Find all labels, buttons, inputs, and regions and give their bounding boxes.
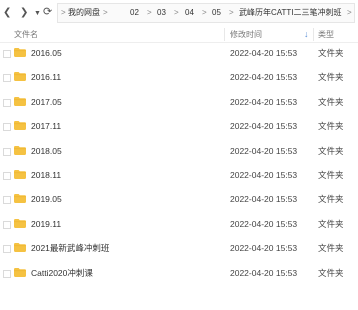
file-row[interactable]: 2018.11 2022-04-20 15:53 文件夹 — [0, 165, 358, 187]
file-name[interactable]: 2017.11 — [31, 121, 61, 132]
file-type: 文件夹 — [318, 72, 344, 83]
folder-icon — [14, 267, 26, 277]
forward-arrow-icon[interactable]: ❯ — [20, 6, 28, 20]
file-modified-time: 2022-04-20 15:53 — [230, 145, 298, 156]
file-row[interactable]: 2021最新武峰冲刺班 2022-04-20 15:53 文件夹 — [0, 238, 358, 260]
file-row[interactable]: 2016.11 2022-04-20 15:53 文件夹 — [0, 67, 358, 89]
breadcrumb-separator: > — [61, 8, 66, 17]
file-modified-time: 2022-04-20 15:53 — [230, 194, 298, 205]
file-row[interactable]: Catti2020冲刺课 2022-04-20 15:53 文件夹 — [0, 263, 358, 285]
file-type: 文件夹 — [318, 218, 344, 229]
breadcrumb-item[interactable]: 04 — [185, 7, 194, 19]
breadcrumb-separator: > — [202, 8, 207, 17]
file-type: 文件夹 — [318, 145, 344, 156]
refresh-icon[interactable]: ⟳ — [43, 5, 52, 19]
file-name[interactable]: 2017.05 — [31, 97, 62, 108]
breadcrumb-separator: > — [147, 8, 152, 17]
file-modified-time: 2022-04-20 15:53 — [230, 243, 298, 254]
column-divider[interactable] — [224, 28, 225, 41]
row-checkbox[interactable] — [3, 172, 11, 180]
file-name[interactable]: 2021最新武峰冲刺班 — [31, 243, 109, 254]
breadcrumb-separator: > — [229, 8, 234, 17]
file-type: 文件夹 — [318, 48, 344, 58]
file-type: 文件夹 — [318, 96, 344, 107]
file-modified-time: 2022-04-20 15:53 — [230, 48, 298, 58]
folder-icon — [14, 218, 26, 228]
column-divider[interactable] — [313, 28, 314, 41]
file-name[interactable]: 2018.05 — [31, 146, 62, 157]
file-modified-time: 2022-04-20 15:53 — [230, 72, 298, 83]
file-modified-time: 2022-04-20 15:53 — [230, 170, 298, 180]
address-bar[interactable]: > 我的网盘 > 02 > 03 > 04 > 05 > 武峰历年CATTI二三… — [57, 3, 355, 23]
row-checkbox[interactable] — [3, 269, 11, 278]
file-row[interactable]: 2016.05 2022-04-20 15:53 文件夹 — [0, 43, 358, 65]
file-row[interactable]: 2017.05 2022-04-20 15:53 文件夹 — [0, 92, 358, 114]
file-name[interactable]: 2019.05 — [31, 194, 62, 205]
file-type: 文件夹 — [318, 243, 344, 254]
row-checkbox[interactable] — [3, 98, 11, 107]
row-checkbox[interactable] — [3, 123, 11, 132]
column-header: 文件名 修改时间 ↓ 类型 — [0, 27, 358, 43]
row-checkbox[interactable] — [3, 74, 11, 83]
file-name[interactable]: Catti2020冲刺课 — [31, 268, 93, 279]
folder-icon — [14, 48, 26, 57]
folder-icon — [14, 170, 26, 179]
file-type: 文件夹 — [318, 267, 344, 278]
folder-icon — [14, 194, 26, 204]
row-checkbox[interactable] — [3, 245, 11, 254]
navigation-toolbar: ❮ ❯ ▼ ⟳ > 我的网盘 > 02 > 03 > 04 > 05 > 武峰历… — [0, 0, 358, 26]
folder-icon — [14, 243, 26, 253]
breadcrumb-separator: > — [103, 8, 108, 17]
breadcrumb-item[interactable]: 武峰历年CATTI二三笔冲刺班 — [239, 7, 342, 19]
file-row[interactable]: 2018.05 2022-04-20 15:53 文件夹 — [0, 141, 358, 163]
breadcrumb-item[interactable]: 03 — [157, 7, 166, 19]
folder-icon — [14, 96, 26, 106]
sort-descending-icon[interactable]: ↓ — [304, 28, 309, 40]
file-row[interactable]: 2019.11 2022-04-20 15:53 文件夹 — [0, 214, 358, 236]
file-name[interactable]: 2016.05 — [31, 48, 62, 59]
folder-icon — [14, 121, 26, 131]
file-type: 文件夹 — [318, 194, 344, 205]
file-row[interactable]: 2019.05 2022-04-20 15:53 文件夹 — [0, 189, 358, 211]
row-checkbox[interactable] — [3, 196, 11, 205]
row-checkbox[interactable] — [3, 50, 11, 58]
folder-icon — [14, 145, 26, 155]
column-header-modified[interactable]: 修改时间 — [230, 29, 262, 40]
file-modified-time: 2022-04-20 15:53 — [230, 121, 298, 132]
chevron-down-icon[interactable]: ▼ — [34, 7, 41, 21]
breadcrumb-item[interactable]: 我的网盘 — [68, 7, 100, 19]
column-header-name[interactable]: 文件名 — [14, 29, 38, 40]
breadcrumb-separator: > — [174, 8, 179, 17]
back-arrow-icon[interactable]: ❮ — [3, 6, 11, 20]
row-checkbox[interactable] — [3, 220, 11, 229]
file-name[interactable]: 2016.11 — [31, 72, 61, 83]
file-modified-time: 2022-04-20 15:53 — [230, 218, 298, 229]
file-name[interactable]: 2019.11 — [31, 219, 61, 230]
folder-icon — [14, 72, 26, 82]
breadcrumb-item[interactable]: 05 — [212, 7, 221, 19]
file-name[interactable]: 2018.11 — [31, 170, 61, 181]
breadcrumb-separator: > — [347, 8, 352, 17]
file-modified-time: 2022-04-20 15:53 — [230, 96, 298, 107]
file-row[interactable]: 2017.11 2022-04-20 15:53 文件夹 — [0, 116, 358, 138]
breadcrumb-item[interactable]: 02 — [130, 7, 139, 19]
file-type: 文件夹 — [318, 121, 344, 132]
column-header-type[interactable]: 类型 — [318, 29, 334, 40]
file-type: 文件夹 — [318, 170, 344, 180]
file-modified-time: 2022-04-20 15:53 — [230, 267, 298, 278]
row-checkbox[interactable] — [3, 147, 11, 156]
